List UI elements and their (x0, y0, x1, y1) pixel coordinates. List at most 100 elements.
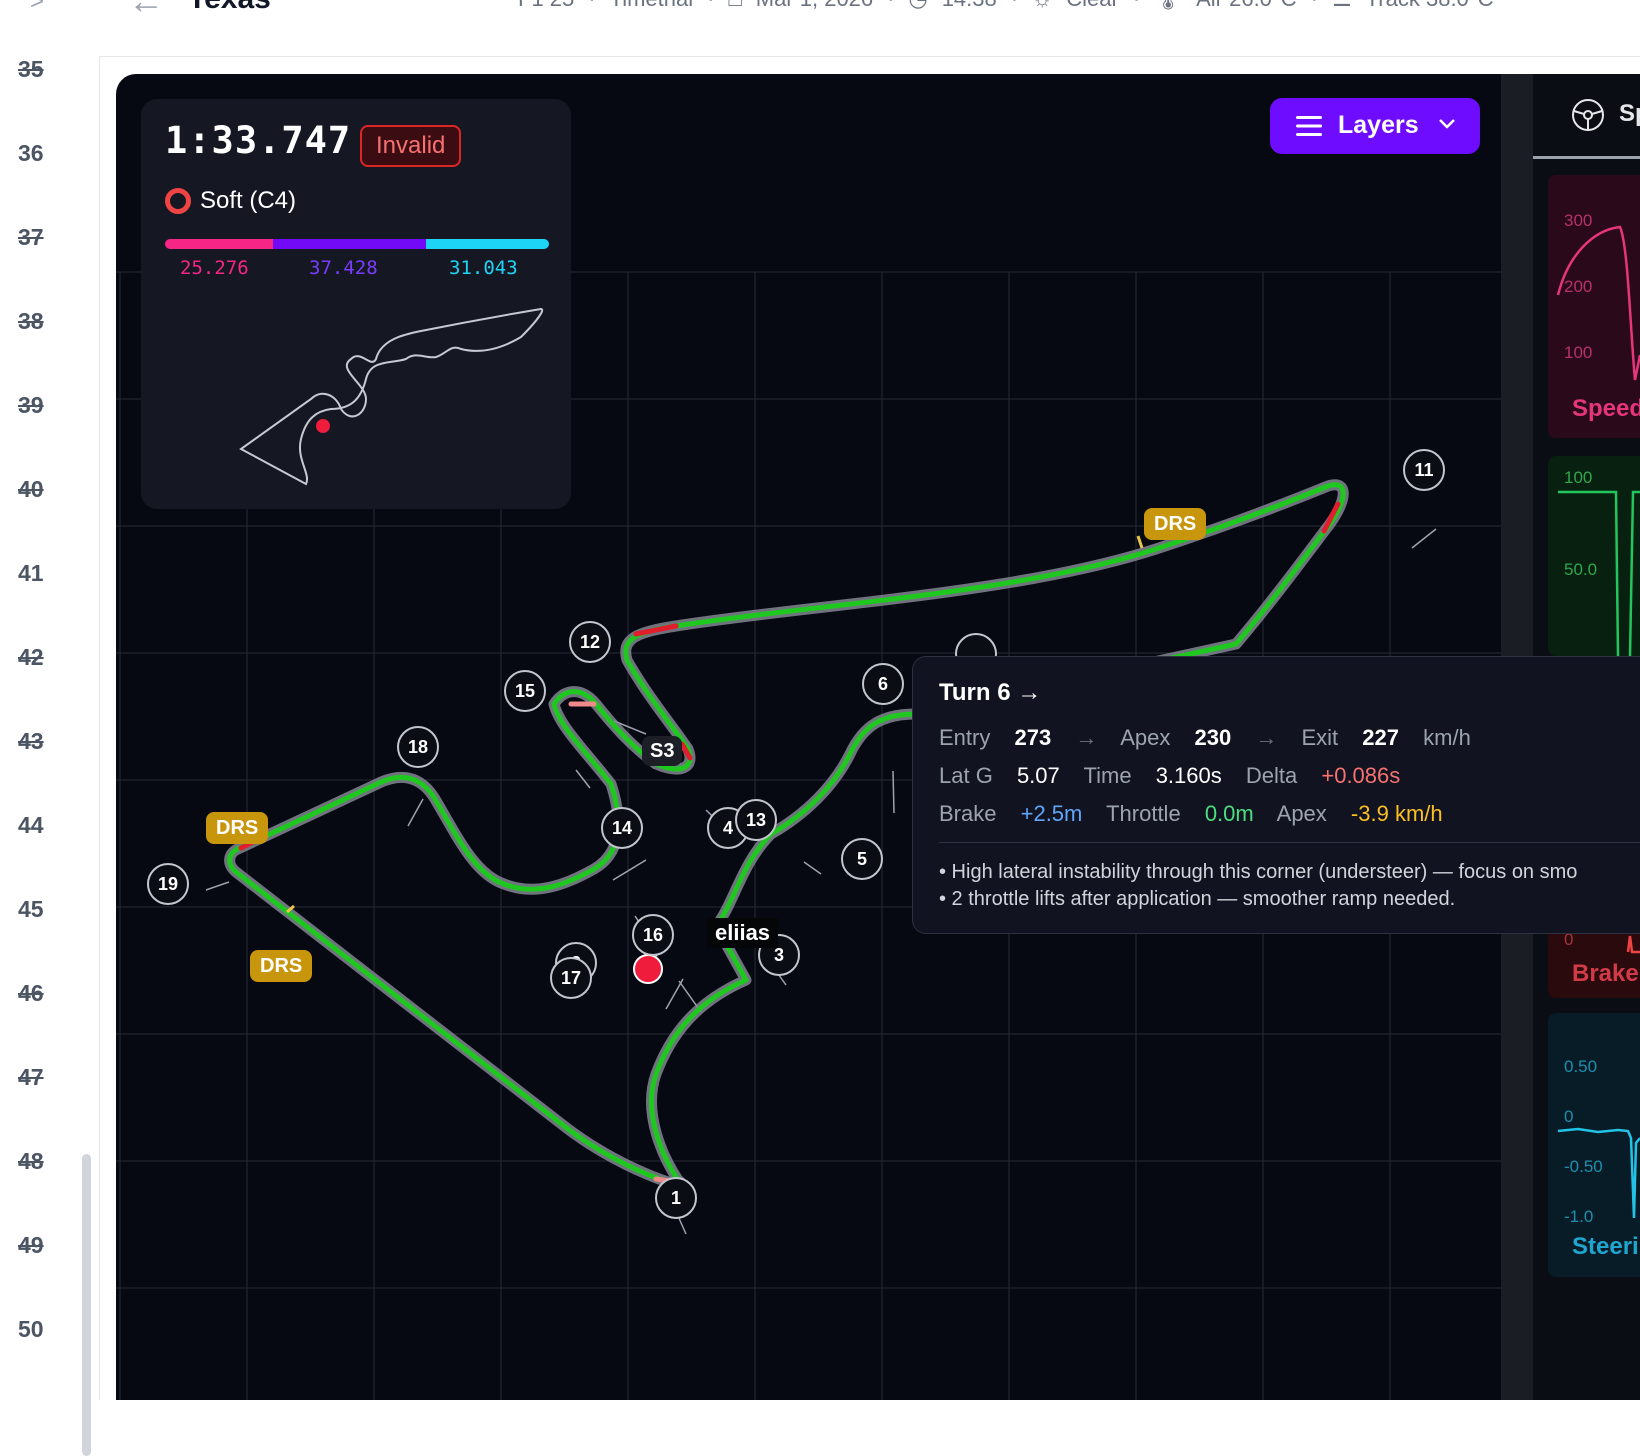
drs-zone-label: DRS (250, 950, 313, 982)
driver-label: eliias (707, 918, 779, 948)
comparison-row: Brake +2.5m Throttle 0.0m Apex -3.9 km/h (939, 801, 1461, 827)
sector-bar (165, 239, 549, 249)
apex-label: Apex (1120, 725, 1171, 750)
turn-marker[interactable]: 6 (862, 663, 904, 705)
chevron-down-icon (1439, 119, 1455, 129)
lap-number[interactable]: 36 (18, 140, 44, 167)
arrow-right-icon: → (1255, 725, 1278, 750)
speed-chart[interactable]: 300 200 100 Speed (1548, 175, 1640, 438)
chevron-right-icon[interactable]: > (30, 0, 44, 16)
lap-number[interactable]: 46 (18, 980, 44, 1007)
layers-button[interactable]: Layers (1270, 98, 1480, 154)
time-value: 3.160s (1155, 763, 1222, 788)
steering-wheel-icon (1572, 99, 1604, 131)
lap-number[interactable]: 50 (18, 1316, 44, 1343)
brake-chart[interactable]: 0 Brake (1548, 930, 1640, 998)
turn-marker[interactable]: 13 (735, 799, 777, 841)
entry-label: Entry (939, 725, 991, 750)
lap-number[interactable]: 35 (18, 56, 44, 83)
time-label: Time (1083, 763, 1132, 788)
throttle-trace (1558, 490, 1640, 656)
lap-number[interactable]: 43 (18, 728, 44, 755)
sector-3-segment (426, 239, 549, 249)
lap-number[interactable]: 47 (18, 1064, 44, 1091)
lap-number[interactable]: 48 (18, 1148, 44, 1175)
lap-number[interactable]: 41 (18, 560, 44, 587)
tooltip-title: Turn 6 → (939, 679, 1042, 706)
track-minimap (239, 307, 544, 486)
lap-number[interactable]: 39 (18, 392, 44, 419)
lap-number[interactable]: 49 (18, 1232, 44, 1259)
turn-marker[interactable]: 16 (632, 914, 674, 956)
turn-marker[interactable]: 5 (841, 838, 883, 880)
sector-1-time: 25.276 (180, 257, 249, 279)
calendar-icon: □ (728, 0, 741, 12)
lap-number[interactable]: 42 (18, 644, 44, 671)
session-meta: F1 25· Timetrial· □Mar 1, 2026· ◷14:38· … (518, 0, 1493, 12)
lap-time: 1:33.747 (165, 119, 352, 162)
top-bar: > ← Texas F1 25· Timetrial· □Mar 1, 2026… (0, 0, 1640, 57)
sector-2-segment (272, 239, 427, 249)
layers-label: Layers (1338, 111, 1419, 139)
sector-2-time: 37.428 (309, 257, 378, 279)
lap-list-sidebar: 35 36 37 38 39 40 41 42 43 44 45 46 47 4… (0, 56, 100, 1456)
track-icon: ☰ (1332, 0, 1352, 12)
lap-number[interactable]: 45 (18, 896, 44, 923)
corner-tooltip: Turn 6 → Entry 273 → Apex 230 → Exit 227… (912, 656, 1640, 934)
speed-unit: km/h (1423, 725, 1471, 750)
exit-speed: 227 (1362, 725, 1400, 750)
drs-zone-label: DRS (1144, 508, 1207, 540)
lat-g-value: 5.07 (1016, 763, 1060, 788)
turn-marker[interactable]: 15 (504, 670, 546, 712)
car-position-marker (633, 954, 663, 984)
sector-1-segment (165, 239, 273, 249)
throttle-value: 0.0m (1204, 801, 1254, 826)
turn-marker[interactable]: 18 (397, 726, 439, 768)
back-arrow-icon[interactable]: ← (128, 0, 164, 22)
turn-marker[interactable]: 1 (655, 1177, 697, 1219)
steering-chart[interactable]: 0.50 0 -0.50 -1.0 Steeri (1548, 1013, 1640, 1277)
chart-title: Brake (1572, 960, 1639, 987)
apex-speed: 230 (1194, 725, 1232, 750)
turn-marker[interactable]: 11 (1403, 449, 1445, 491)
lat-g-label: Lat G (939, 763, 993, 788)
chart-title: Speed (1572, 395, 1640, 422)
lap-number[interactable]: 37 (18, 224, 44, 251)
brake-value: +2.5m (1020, 801, 1083, 826)
exit-label: Exit (1301, 725, 1339, 750)
turn-marker[interactable]: 14 (601, 807, 643, 849)
session-title: Texas (188, 0, 271, 16)
invalid-badge: Invalid (360, 125, 462, 167)
sidebar-scrollbar[interactable] (82, 1154, 91, 1456)
arrow-right-icon: → (1075, 725, 1098, 750)
telemetry-tab[interactable]: Sp (1533, 74, 1640, 159)
tyre-compound: Soft (C4) (200, 187, 297, 214)
lap-number[interactable]: 38 (18, 308, 44, 335)
speed-row: Entry 273 → Apex 230 → Exit 227 km/h (939, 725, 1489, 751)
lap-number[interactable]: 40 (18, 476, 44, 503)
apex-delta-label: Apex (1276, 801, 1327, 826)
clock-icon: ◷ (908, 0, 927, 12)
meta-track-temp: Track 38.0°C (1366, 0, 1494, 12)
turn-marker[interactable]: 19 (147, 863, 189, 905)
menu-icon (1296, 116, 1322, 136)
turn-marker[interactable]: 17 (550, 957, 592, 999)
stats-row: Lat G 5.07 Time 3.160s Delta +0.086s (939, 763, 1418, 789)
coaching-note: • High lateral instability through this … (939, 861, 1578, 883)
meta-mode: Timetrial (610, 0, 694, 12)
turn-marker[interactable]: 12 (569, 621, 611, 663)
throttle-label: Throttle (1106, 801, 1181, 826)
chart-title: Steeri (1572, 1233, 1639, 1260)
meta-air-temp: Air 26.0°C (1196, 0, 1297, 12)
entry-speed: 273 (1014, 725, 1052, 750)
sector-3-time: 31.043 (449, 257, 518, 279)
telemetry-tab-label: Sp (1619, 100, 1640, 127)
thermometer-icon: 🌡 (1154, 0, 1182, 12)
throttle-chart[interactable]: 100 50.0 (1548, 456, 1640, 656)
lap-number[interactable]: 44 (18, 812, 44, 839)
drs-zone-label: DRS (206, 812, 269, 844)
sector-label: S3 (642, 736, 683, 766)
meta-date: Mar 1, 2026 (756, 0, 873, 12)
delta-value: +0.086s (1321, 763, 1401, 788)
coaching-note: • 2 throttle lifts after application — s… (939, 888, 1456, 910)
